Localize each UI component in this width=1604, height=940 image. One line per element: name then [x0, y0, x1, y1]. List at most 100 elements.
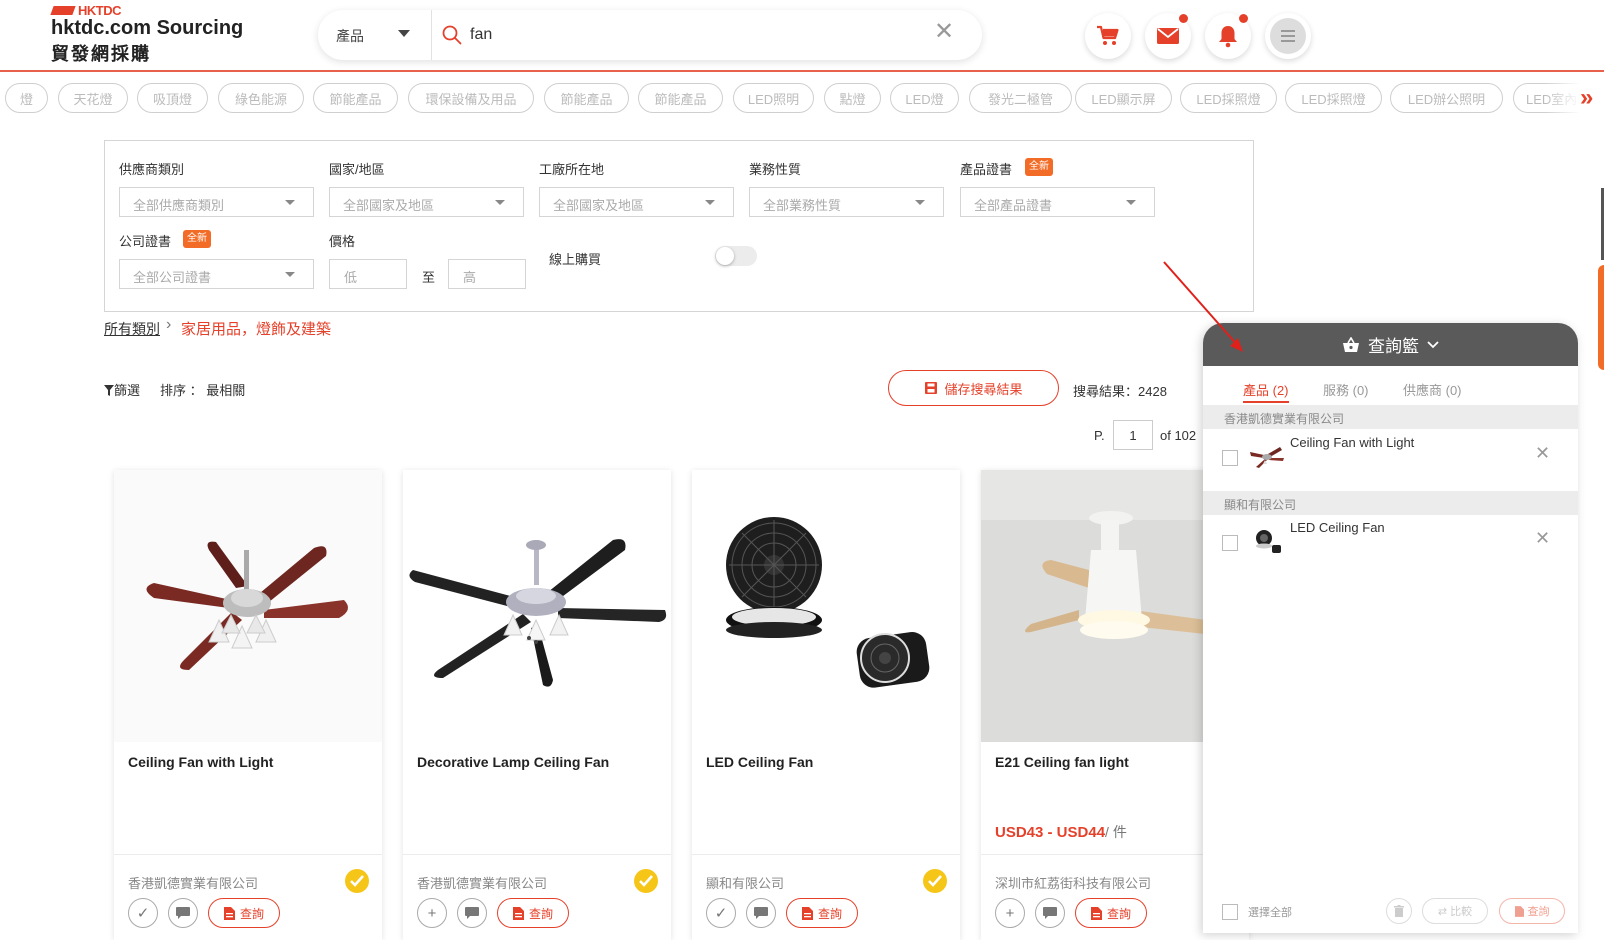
- tab-services[interactable]: 服務 (0): [1323, 380, 1369, 399]
- product-card[interactable]: LED Ceiling Fan 顯和有限公司 ✓ 查詢: [692, 470, 960, 940]
- product-title[interactable]: E21 Ceiling fan light: [995, 754, 1129, 770]
- chat-button[interactable]: [746, 898, 776, 928]
- chevron-down-icon[interactable]: [398, 30, 410, 37]
- price-low-input[interactable]: 低: [329, 259, 407, 289]
- factory-location-select[interactable]: 全部國家及地區: [539, 187, 734, 217]
- added-to-basket-button[interactable]: ✓: [706, 898, 736, 928]
- keyword-chip[interactable]: LED顯示屏: [1075, 83, 1172, 113]
- country-select[interactable]: 全部國家及地區: [329, 187, 524, 217]
- enquiry-label: 查詢: [528, 906, 553, 921]
- supplier-type-select[interactable]: 全部供應商類別: [119, 187, 314, 217]
- keyword-chip[interactable]: 環保設備及用品: [408, 83, 534, 113]
- delete-button[interactable]: [1386, 898, 1412, 924]
- chevron-right-icon[interactable]: »: [1580, 86, 1593, 110]
- product-image[interactable]: [114, 470, 382, 742]
- product-card[interactable]: Decorative Lamp Ceiling Fan 香港凱德實業有限公司 +…: [403, 470, 671, 940]
- filter-label: 篩選: [114, 383, 141, 398]
- search-icon[interactable]: [442, 25, 462, 45]
- plus-icon: +: [427, 904, 437, 922]
- save-search-label: 儲存搜尋結果: [944, 381, 1023, 397]
- company-cert-value: 全部公司證書: [133, 270, 212, 285]
- filter-icon: [104, 385, 114, 396]
- keyword-chip[interactable]: 節能產品: [313, 83, 398, 113]
- clear-search-icon[interactable]: ✕: [934, 20, 954, 44]
- filter-toggle[interactable]: 篩選: [104, 380, 140, 399]
- keyword-chip[interactable]: 點燈: [824, 83, 881, 113]
- basket-title: 查詢籃: [1368, 337, 1419, 356]
- inquiry-basket-header[interactable]: 查詢籃: [1203, 323, 1578, 366]
- keyword-chip[interactable]: LED採照燈: [1285, 83, 1382, 113]
- product-image[interactable]: [403, 470, 671, 742]
- keyword-chip[interactable]: 天花燈: [58, 83, 128, 113]
- divider: [114, 854, 382, 855]
- keyword-chip[interactable]: 燈: [5, 83, 48, 113]
- breadcrumb-current[interactable]: 家居用品，燈飾及建築: [181, 318, 331, 339]
- breadcrumb-all-categories[interactable]: 所有類別: [104, 319, 160, 339]
- product-title[interactable]: Ceiling Fan with Light: [128, 754, 273, 770]
- keyword-chip[interactable]: LED辦公照明: [1390, 83, 1503, 113]
- keyword-chip[interactable]: LED照明: [733, 83, 814, 113]
- search-input[interactable]: [470, 21, 910, 49]
- basket-item-name[interactable]: LED Ceiling Fan: [1290, 520, 1385, 535]
- messages-button[interactable]: [1145, 13, 1191, 59]
- remove-item-icon[interactable]: ✕: [1535, 443, 1550, 464]
- check-icon: ✓: [714, 905, 728, 922]
- supplier-name[interactable]: 香港凱德實業有限公司: [417, 873, 547, 892]
- supplier-name[interactable]: 香港凱德實業有限公司: [128, 873, 258, 892]
- chat-button[interactable]: [457, 898, 487, 928]
- verified-badge-icon: [634, 869, 658, 893]
- save-icon: [925, 382, 938, 394]
- product-title[interactable]: Decorative Lamp Ceiling Fan: [417, 754, 609, 770]
- keyword-chip[interactable]: 綠色能源: [218, 83, 304, 113]
- business-type-value: 全部業務性質: [763, 198, 842, 213]
- search-category-select[interactable]: 產品: [336, 26, 364, 46]
- basket-item-name[interactable]: Ceiling Fan with Light: [1290, 435, 1414, 450]
- product-cert-select[interactable]: 全部產品證書: [960, 187, 1155, 217]
- product-image[interactable]: [692, 470, 960, 742]
- enquiry-label: 查詢: [817, 906, 842, 921]
- supplier-type-label: 供應商類別: [119, 162, 185, 177]
- save-search-button[interactable]: 儲存搜尋結果: [888, 370, 1059, 406]
- menu-button[interactable]: [1265, 13, 1311, 59]
- price-high-input[interactable]: 高: [448, 259, 526, 289]
- keyword-chip[interactable]: LED採照燈: [1180, 83, 1277, 113]
- tab-products[interactable]: 產品 (2): [1243, 380, 1289, 403]
- page-number-input[interactable]: 1: [1113, 420, 1153, 450]
- enquiry-button[interactable]: 查詢: [1075, 898, 1147, 928]
- price-to-label: 至: [422, 270, 436, 285]
- online-purchase-toggle[interactable]: [715, 246, 757, 266]
- company-cert-select[interactable]: 全部公司證書: [119, 259, 314, 289]
- product-title[interactable]: LED Ceiling Fan: [706, 754, 813, 770]
- enquiry-button[interactable]: 查詢: [786, 898, 858, 928]
- keyword-chip[interactable]: 節能產品: [544, 83, 629, 113]
- chat-button[interactable]: [168, 898, 198, 928]
- enquiry-button[interactable]: 查詢: [208, 898, 280, 928]
- enquiry-button[interactable]: 查詢: [497, 898, 569, 928]
- supplier-name[interactable]: 深圳市紅荔街科技有限公司: [995, 873, 1151, 892]
- select-all-checkbox[interactable]: [1222, 904, 1238, 920]
- sort-select[interactable]: 排序 ： 最相關: [160, 380, 245, 399]
- compare-button[interactable]: ⇄ 比較: [1422, 898, 1488, 924]
- product-card[interactable]: Ceiling Fan with Light 香港凱德實業有限公司 ✓ 查詢: [114, 470, 382, 940]
- basket-enquiry-button[interactable]: 查詢: [1499, 898, 1565, 924]
- keyword-chip[interactable]: 吸頂燈: [137, 83, 208, 113]
- remove-item-icon[interactable]: ✕: [1535, 528, 1550, 549]
- keyword-chip[interactable]: LED燈: [890, 83, 959, 113]
- caret-down-icon: [1126, 200, 1136, 205]
- added-to-basket-button[interactable]: ✓: [128, 898, 158, 928]
- basket-item-checkbox[interactable]: [1222, 535, 1238, 551]
- keyword-chip[interactable]: 節能產品: [638, 83, 723, 113]
- cart-button[interactable]: [1085, 13, 1131, 59]
- chat-button[interactable]: [1035, 898, 1065, 928]
- tab-suppliers[interactable]: 供應商 (0): [1403, 380, 1462, 399]
- document-icon: [1514, 905, 1524, 917]
- keyword-chip[interactable]: 發光二極管: [969, 83, 1072, 113]
- cart-icon: [1097, 25, 1119, 45]
- add-to-basket-button[interactable]: +: [417, 898, 447, 928]
- side-tab[interactable]: [1598, 265, 1604, 370]
- add-to-basket-button[interactable]: +: [995, 898, 1025, 928]
- business-type-select[interactable]: 全部業務性質: [749, 187, 944, 217]
- supplier-name[interactable]: 顯和有限公司: [706, 873, 784, 892]
- basket-item-checkbox[interactable]: [1222, 450, 1238, 466]
- notifications-button[interactable]: [1205, 13, 1251, 59]
